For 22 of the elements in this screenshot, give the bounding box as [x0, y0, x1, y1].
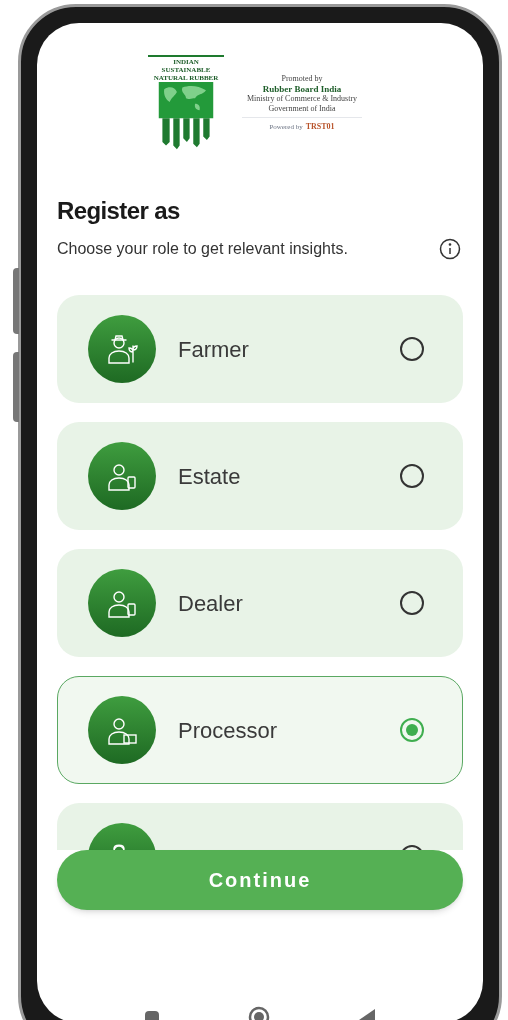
role-card[interactable]: Dealer — [57, 549, 463, 657]
radio-button[interactable] — [400, 464, 424, 488]
info-icon[interactable] — [439, 238, 461, 260]
logo-text: Rubber Board India — [262, 83, 342, 94]
radio-button[interactable] — [400, 718, 424, 742]
role-card[interactable]: Estate — [57, 422, 463, 530]
radio-button[interactable] — [400, 591, 424, 615]
person-icon — [105, 332, 139, 366]
role-label: Estate — [178, 462, 242, 491]
world-map-drawing — [156, 82, 216, 151]
role-card[interactable]: Farmer — [57, 295, 463, 403]
role-label: Processor — [178, 716, 279, 745]
logo-text: Government of India — [268, 103, 336, 114]
brand-text: TRST01 — [305, 120, 335, 133]
role-label: Farmer — [178, 335, 250, 364]
logo-text: Promoted by — [281, 73, 323, 84]
page-subtitle: Choose your role to get relevant insights. — [57, 239, 348, 259]
role-card[interactable]: Processor — [57, 676, 463, 784]
logo-text: Ministry of Commerce & Industry — [246, 93, 358, 104]
role-label: Dealer — [178, 589, 244, 618]
page-title: Register as — [57, 196, 181, 226]
radio-button[interactable] — [400, 337, 424, 361]
